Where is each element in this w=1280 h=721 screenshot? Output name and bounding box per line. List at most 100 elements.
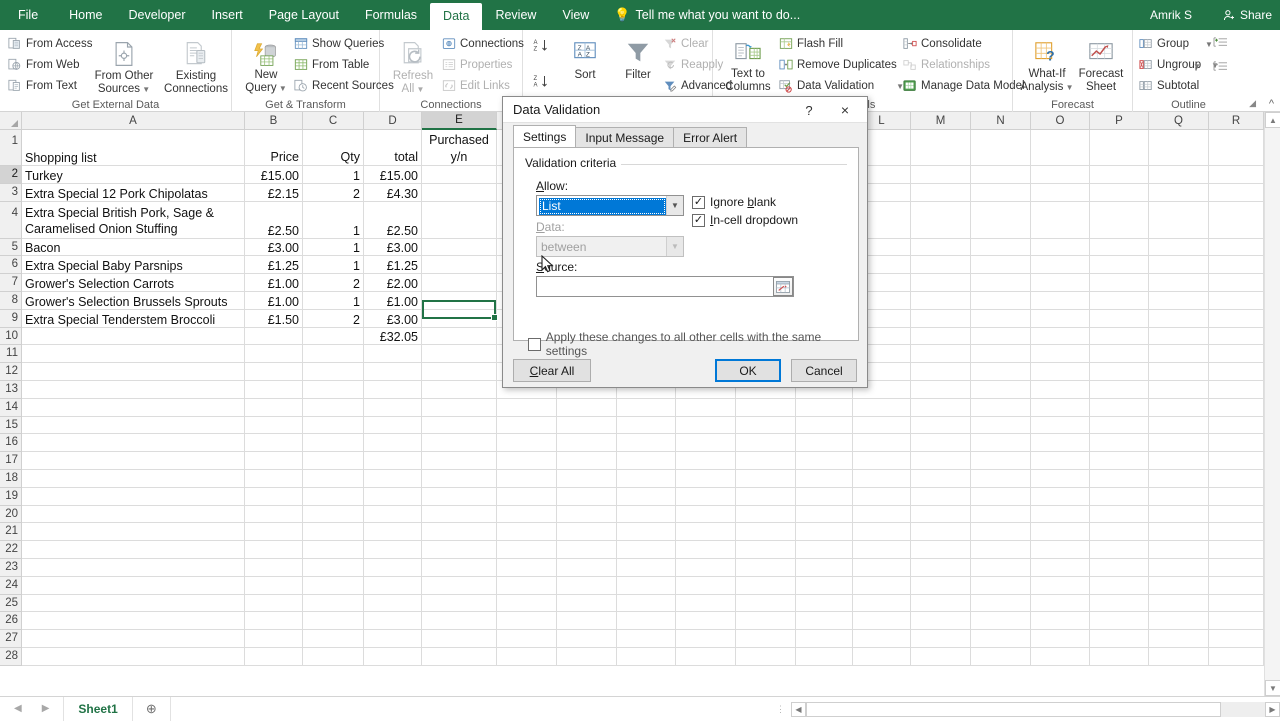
cell-B10[interactable] [245, 327, 303, 346]
cell-E18[interactable] [422, 470, 497, 488]
cell-P7[interactable] [1090, 274, 1149, 292]
cell-D6[interactable]: £1.25 [364, 256, 422, 275]
cell-N27[interactable] [971, 630, 1031, 648]
cell-K19[interactable] [796, 487, 853, 506]
cell-Q25[interactable] [1149, 594, 1209, 613]
cell-D2[interactable]: £15.00 [364, 166, 422, 184]
cell-P22[interactable] [1090, 541, 1149, 559]
cell-P12[interactable] [1090, 363, 1149, 381]
cell-D14[interactable] [364, 398, 422, 417]
prev-sheet-icon[interactable]: ◀ [14, 703, 22, 714]
tab-settings[interactable]: Settings [513, 125, 577, 147]
cell-A5[interactable]: Bacon [22, 238, 245, 257]
cell-L21[interactable] [853, 523, 911, 542]
cell-H19[interactable] [617, 487, 676, 506]
cell-N7[interactable] [971, 274, 1031, 292]
cell-O18[interactable] [1031, 470, 1090, 488]
tab-page-layout[interactable]: Page Layout [256, 0, 352, 30]
cell-D17[interactable] [364, 452, 422, 470]
cell-N23[interactable] [971, 559, 1031, 577]
scroll-right-button[interactable]: ▶ [1265, 701, 1280, 717]
cell-R27[interactable] [1209, 630, 1264, 648]
cell-P15[interactable] [1090, 416, 1149, 435]
cell-J27[interactable] [736, 630, 796, 648]
ribbon-collapse-button[interactable]: ^ [1269, 98, 1274, 110]
cell-D16[interactable] [364, 434, 422, 453]
cell-C6[interactable]: 1 [303, 256, 364, 275]
add-sheet-button[interactable]: ⊕ [133, 696, 171, 721]
cell-F19[interactable] [497, 487, 557, 506]
cell-D7[interactable]: £2.00 [364, 274, 422, 292]
cell-E1[interactable]: Purchased y/n [422, 130, 497, 166]
row-header-8[interactable]: 8 [0, 292, 22, 310]
cell-H25[interactable] [617, 594, 676, 613]
group-dropdown-arrow[interactable]: ▼ [1205, 40, 1213, 49]
cell-O28[interactable] [1031, 648, 1090, 666]
cell-A9[interactable]: Extra Special Tenderstem Broccoli [22, 309, 245, 328]
cell-N11[interactable] [971, 345, 1031, 364]
cell-E27[interactable] [422, 630, 497, 648]
cell-K23[interactable] [796, 559, 853, 577]
cell-P16[interactable] [1090, 434, 1149, 453]
cell-N15[interactable] [971, 416, 1031, 435]
cell-D28[interactable] [364, 648, 422, 666]
cell-O10[interactable] [1031, 327, 1090, 346]
cell-B2[interactable]: £15.00 [245, 166, 303, 184]
from-other-sources-button[interactable]: From Other Sources ▼ [92, 40, 156, 96]
share-button[interactable]: Share [1223, 0, 1272, 30]
cell-D18[interactable] [364, 470, 422, 488]
cell-M24[interactable] [911, 576, 971, 595]
cell-O9[interactable] [1031, 309, 1090, 328]
cell-B9[interactable]: £1.50 [245, 309, 303, 328]
row-header-21[interactable]: 21 [0, 523, 22, 542]
cell-A20[interactable] [22, 505, 245, 524]
cell-C1[interactable]: Qty [303, 130, 364, 166]
cell-M7[interactable] [911, 274, 971, 292]
cell-A22[interactable] [22, 541, 245, 559]
cell-H14[interactable] [617, 398, 676, 417]
cell-D5[interactable]: £3.00 [364, 238, 422, 257]
cell-B12[interactable] [245, 363, 303, 381]
row-header-19[interactable]: 19 [0, 487, 22, 506]
row-header-26[interactable]: 26 [0, 612, 22, 631]
cell-H17[interactable] [617, 452, 676, 470]
cell-C28[interactable] [303, 648, 364, 666]
cell-N14[interactable] [971, 398, 1031, 417]
cell-A6[interactable]: Extra Special Baby Parsnips [22, 256, 245, 275]
cell-A18[interactable] [22, 470, 245, 488]
cell-D25[interactable] [364, 594, 422, 613]
cell-I28[interactable] [676, 648, 736, 666]
cell-L25[interactable] [853, 594, 911, 613]
refresh-all-button[interactable]: Refresh All ▼ [386, 40, 440, 96]
cell-N28[interactable] [971, 648, 1031, 666]
cell-E9[interactable] [422, 309, 497, 328]
cell-J19[interactable] [736, 487, 796, 506]
row-header-11[interactable]: 11 [0, 345, 22, 364]
cell-R12[interactable] [1209, 363, 1264, 381]
cell-F20[interactable] [497, 505, 557, 524]
cell-I22[interactable] [676, 541, 736, 559]
cell-F14[interactable] [497, 398, 557, 417]
cell-M12[interactable] [911, 363, 971, 381]
cell-D12[interactable] [364, 363, 422, 381]
row-header-10[interactable]: 10 [0, 327, 22, 346]
cell-Q8[interactable] [1149, 292, 1209, 310]
cell-B8[interactable]: £1.00 [245, 292, 303, 310]
cell-M5[interactable] [911, 238, 971, 257]
cell-E11[interactable] [422, 345, 497, 364]
cell-C9[interactable]: 2 [303, 309, 364, 328]
cell-N8[interactable] [971, 292, 1031, 310]
cell-A24[interactable] [22, 576, 245, 595]
cell-B15[interactable] [245, 416, 303, 435]
cell-J20[interactable] [736, 505, 796, 524]
clear-all-button[interactable]: Clear All [513, 359, 591, 382]
cell-B5[interactable]: £3.00 [245, 238, 303, 257]
cell-E26[interactable] [422, 612, 497, 631]
cell-B26[interactable] [245, 612, 303, 631]
cell-G28[interactable] [557, 648, 617, 666]
cell-E8[interactable] [422, 292, 497, 310]
cell-K17[interactable] [796, 452, 853, 470]
cell-A26[interactable] [22, 612, 245, 631]
cell-A7[interactable]: Grower's Selection Carrots [22, 274, 245, 292]
cell-D9[interactable]: £3.00 [364, 309, 422, 328]
